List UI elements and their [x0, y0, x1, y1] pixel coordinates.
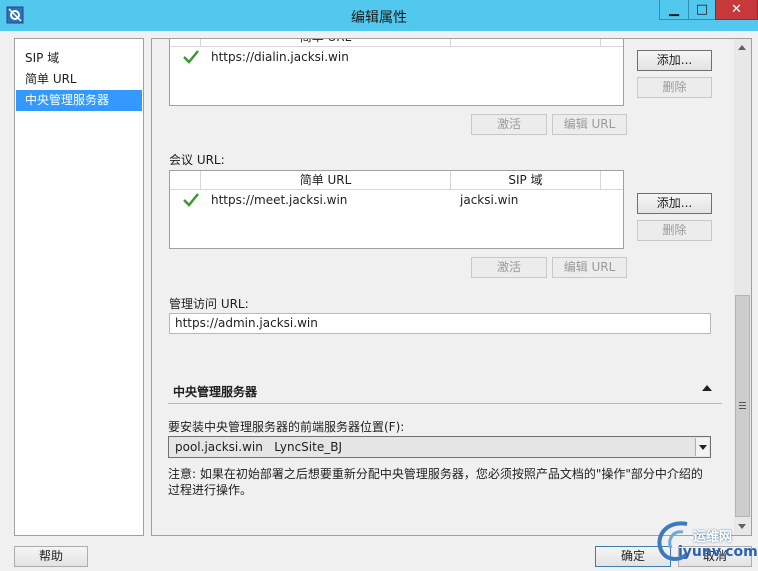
- nav-item-simple-url[interactable]: 简单 URL: [16, 69, 142, 90]
- close-button[interactable]: ✕: [715, 0, 758, 20]
- dialin-remove-button[interactable]: 删除: [637, 77, 712, 98]
- meet-edit-url-button[interactable]: 编辑 URL: [552, 257, 627, 278]
- table-row[interactable]: https://meet.jacksi.win jacksi.win: [170, 190, 623, 210]
- maximize-icon: □: [695, 2, 709, 17]
- cms-note-line-2: 过程进行操作。: [168, 483, 253, 497]
- meet-url-grid[interactable]: 简单 URL SIP 域 https://meet.jacksi.win jac…: [169, 170, 624, 249]
- cms-location-select[interactable]: pool.jacksi.win LyncSite_BJ: [168, 436, 711, 458]
- scrollbar-thumb[interactable]: [735, 295, 750, 517]
- table-row[interactable]: https://dialin.jacksi.win: [170, 47, 623, 67]
- check-icon: [183, 193, 199, 207]
- grid-header-blank: [170, 39, 201, 47]
- collapse-icon[interactable]: [702, 385, 712, 391]
- dialin-add-button[interactable]: 添加...: [637, 50, 712, 71]
- minimize-button[interactable]: ▁: [659, 0, 689, 20]
- dialin-activate-button[interactable]: 激活: [471, 114, 547, 135]
- grid-header: 简单 URL: [170, 39, 623, 47]
- watermark-logo: 运维网 iyunv.com: [653, 516, 758, 566]
- cms-section-title: 中央管理服务器: [173, 385, 258, 399]
- grid-header: 简单 URL SIP 域: [170, 171, 623, 190]
- meet-activate-button[interactable]: 激活: [471, 257, 547, 278]
- cms-section-header[interactable]: 中央管理服务器: [168, 378, 722, 404]
- vertical-scrollbar[interactable]: [734, 39, 751, 535]
- nav-list: SIP 域 简单 URL 中央管理服务器: [14, 38, 144, 536]
- watermark-line-1: 运维网: [693, 530, 733, 545]
- check-icon: [183, 50, 199, 64]
- scroll-up-icon[interactable]: [734, 39, 751, 56]
- meet-url-label: 会议 URL:: [169, 153, 225, 167]
- nav-item-sip-domain[interactable]: SIP 域: [16, 48, 142, 69]
- title-bar: 编辑属性 ▁ □ ✕: [0, 0, 758, 31]
- cms-location-label: 要安装中央管理服务器的前端服务器位置(F):: [168, 420, 405, 434]
- help-button[interactable]: 帮助: [14, 546, 88, 567]
- close-icon: ✕: [731, 2, 742, 17]
- grip-icon: [739, 402, 746, 403]
- dialin-url-grid[interactable]: 简单 URL https://dialin.jacksi.win: [169, 39, 624, 106]
- grid-header-blank: [170, 171, 201, 190]
- maximize-button[interactable]: □: [688, 0, 716, 20]
- grid-header-sip-domain[interactable]: SIP 域: [451, 171, 601, 190]
- grid-header-sip-domain[interactable]: [451, 39, 601, 47]
- admin-url-field[interactable]: https://admin.jacksi.win: [169, 313, 711, 334]
- row-url: https://dialin.jacksi.win: [211, 50, 349, 64]
- dialin-edit-url-button[interactable]: 编辑 URL: [552, 114, 627, 135]
- chevron-down-icon[interactable]: [695, 438, 709, 456]
- main-panel: 简单 URL https://dialin.jacksi.win 添加... 删…: [151, 38, 752, 536]
- meet-remove-button[interactable]: 删除: [637, 220, 712, 241]
- admin-url-label: 管理访问 URL:: [169, 297, 249, 311]
- cms-location-value: pool.jacksi.win LyncSite_BJ: [175, 440, 342, 454]
- row-sip-domain: jacksi.win: [460, 193, 519, 207]
- grid-header-simple-url[interactable]: 简单 URL: [201, 39, 451, 47]
- window-title: 编辑属性: [351, 10, 407, 26]
- minimize-icon: ▁: [669, 2, 679, 17]
- nav-item-central-management-server[interactable]: 中央管理服务器: [16, 90, 142, 111]
- row-url: https://meet.jacksi.win: [211, 193, 348, 207]
- cms-note-line-1: 注意: 如果在初始部署之后想要重新分配中央管理服务器，您必须按照产品文档的"操作…: [168, 467, 703, 481]
- cms-note: 注意: 如果在初始部署之后想要重新分配中央管理服务器，您必须按照产品文档的"操作…: [168, 466, 718, 498]
- meet-add-button[interactable]: 添加...: [637, 193, 712, 214]
- grid-header-simple-url[interactable]: 简单 URL: [201, 171, 451, 190]
- watermark-line-2: iyunv.com: [678, 544, 758, 560]
